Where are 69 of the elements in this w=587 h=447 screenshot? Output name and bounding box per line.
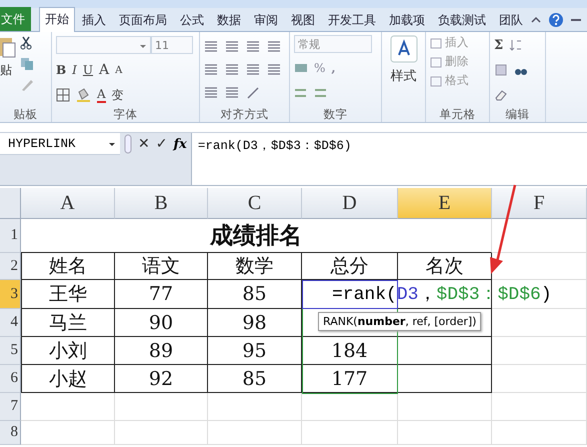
table-cell: 小刘 [21, 337, 115, 365]
ribbon-tab[interactable]: 加载项 [383, 8, 431, 31]
file-tab[interactable]: 文件 [0, 7, 31, 31]
font-style-button[interactable]: B [56, 63, 66, 77]
font-style-button[interactable]: U [82, 63, 94, 77]
column-title: 语文 [115, 253, 208, 280]
column-header[interactable]: C [208, 188, 302, 219]
column-title: 总分 [302, 253, 398, 280]
table-cell: 98 [208, 309, 302, 337]
table-cell: 马兰 [21, 309, 115, 337]
table-cell: 90 [115, 309, 208, 337]
shrink-font-button[interactable]: A [115, 64, 122, 76]
column-title: 数学 [208, 253, 302, 280]
table-cell: 95 [208, 337, 302, 365]
row-header[interactable]: 2 [0, 253, 21, 280]
table-cell: 177 [302, 365, 398, 393]
paste-button[interactable]: 贴 [0, 62, 12, 79]
group-label: 单元格 [438, 106, 476, 122]
ribbon-tab[interactable]: 开始 [39, 7, 75, 32]
column-header[interactable]: F [492, 188, 587, 219]
row-header[interactable]: 8 [0, 421, 21, 445]
row-header[interactable]: 7 [0, 393, 21, 421]
font-style-button[interactable]: I [72, 63, 77, 77]
ribbon-tab[interactable]: 审阅 [248, 8, 284, 31]
row-header[interactable]: 1 [0, 219, 21, 253]
table-cell: 王华 [21, 280, 115, 309]
column-title: 姓名 [21, 253, 115, 280]
row-header[interactable]: 5 [0, 337, 21, 365]
ribbon-tab[interactable]: 数据 [211, 8, 247, 31]
group-label: 对齐方式 [220, 106, 270, 122]
insert-function-button[interactable]: fx [173, 136, 187, 152]
ribbon-tab[interactable]: 视图 [285, 8, 321, 31]
styles-button[interactable]: 样式 [390, 35, 418, 106]
table-cell: 89 [115, 337, 208, 365]
row-header[interactable]: 6 [0, 365, 21, 393]
ribbon-tab[interactable]: 团队 [493, 8, 529, 31]
name-box[interactable]: HYPERLINK [0, 133, 120, 155]
table-cell: 92 [115, 365, 208, 393]
table-cell: 77 [115, 280, 208, 309]
table-cell: 85 [208, 280, 302, 309]
row-header[interactable]: 4 [0, 309, 21, 337]
column-header[interactable]: E [398, 188, 492, 219]
row-header[interactable]: 3 [0, 280, 21, 309]
ribbon-tab[interactable]: 页面布局 [113, 8, 173, 31]
ribbon-tab[interactable]: 开发工具 [322, 8, 382, 31]
column-header[interactable]: A [21, 188, 115, 219]
font-size-field[interactable]: 11 [151, 36, 193, 54]
table-cell: 184 [302, 337, 398, 365]
formula-field[interactable]: =rank(D3，$D$3：$D$6) [190, 133, 587, 185]
ribbon-tab[interactable]: 负载测试 [432, 8, 492, 31]
enter-button[interactable]: ✓ [156, 136, 168, 152]
cancel-button[interactable]: ✕ [138, 136, 150, 152]
column-header[interactable]: B [115, 188, 208, 219]
table-cell: 85 [208, 365, 302, 393]
table-cell: 小赵 [21, 365, 115, 393]
ribbon-tab[interactable]: 插入 [76, 8, 112, 31]
ribbon-tab[interactable]: 公式 [174, 8, 210, 31]
group-label: 字体 [112, 106, 138, 122]
grow-font-button[interactable]: A [99, 62, 110, 78]
autosum-button[interactable]: Σ [494, 38, 504, 52]
group-label: 贴板 [12, 106, 38, 122]
column-header[interactable]: D [302, 188, 398, 219]
phonetic-button[interactable]: 变 [112, 86, 124, 104]
group-label: 数字 [322, 106, 348, 122]
group-label: 编辑 [504, 106, 530, 122]
cell-formula[interactable]: =rank(D3，$D$3：$D$6) [332, 281, 552, 305]
font-color-button[interactable]: A [97, 87, 106, 103]
function-tooltip: RANK(number, ref, [order]) [318, 312, 482, 331]
table-title: 成绩排名 [21, 219, 492, 253]
